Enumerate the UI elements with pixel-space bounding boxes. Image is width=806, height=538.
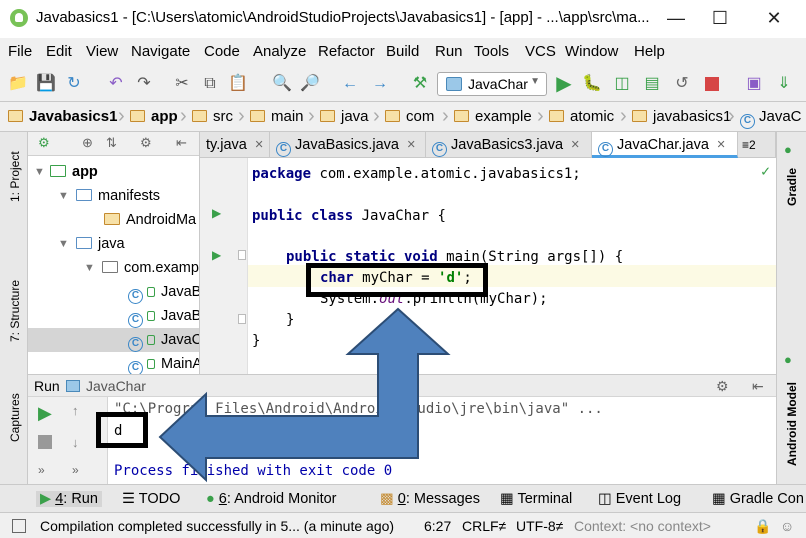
todo-icon: ☰ [122, 491, 135, 507]
line-separator[interactable]: CRLF≠ [462, 518, 506, 534]
terminal-icon: ▦ [500, 491, 514, 507]
context-indicator: Context: <no context> [574, 518, 711, 534]
event-log-icon: ◫ [598, 491, 612, 507]
tab-gradle-console[interactable]: ▦ Gradle Con [712, 491, 804, 507]
annotation-arrow [158, 307, 451, 483]
status-bar: Compilation completed successfully in 5.… [0, 512, 806, 538]
run-icon: ▶ [40, 491, 52, 507]
toggle-tool-windows-icon[interactable] [12, 519, 26, 533]
lock-icon[interactable]: 🔒 [754, 518, 771, 535]
tab-event-log[interactable]: ◫ Event Log [598, 491, 681, 507]
bottom-tool-tabs: ▶ 4: Run ☰ TODO ● 6: Android Monitor ▩ 0… [0, 484, 806, 512]
gradle-console-icon: ▦ [712, 491, 726, 507]
status-message: Compilation completed successfully in 5.… [40, 518, 395, 534]
tab-messages[interactable]: ▩ 0: Messages [380, 491, 480, 507]
inspection-icon[interactable]: ☺ [780, 518, 794, 534]
tab-android-monitor[interactable]: ● 6: Android Monitor [206, 491, 337, 507]
tab-todo[interactable]: ☰ TODO [122, 491, 180, 507]
tab-run[interactable]: ▶ 4: Run [36, 491, 102, 507]
caret-position[interactable]: 6:27 [424, 518, 451, 534]
tab-terminal[interactable]: ▦ Terminal [500, 491, 572, 507]
messages-icon: ▩ [380, 491, 394, 507]
file-encoding[interactable]: UTF-8≠ [516, 518, 563, 534]
android-icon: ● [206, 491, 215, 507]
